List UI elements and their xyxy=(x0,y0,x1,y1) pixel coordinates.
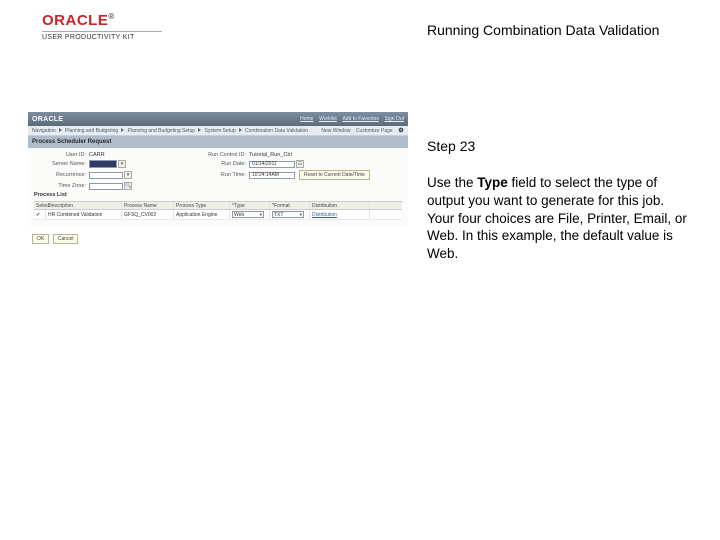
calendar-icon[interactable]: ☷ xyxy=(296,160,304,168)
grid-head-format: *Format xyxy=(270,202,310,209)
section-header: Process Scheduler Request xyxy=(28,136,408,148)
bc-2[interactable]: Planning and Budgeting Setup xyxy=(128,128,196,134)
breadcrumb-path: Navigation Planning and Budgeting Planni… xyxy=(32,128,310,134)
chevron-right-icon xyxy=(198,128,201,132)
recurrence-label: Recurrence: xyxy=(34,172,86,178)
registered-mark: ® xyxy=(108,12,114,21)
toplink-signout[interactable]: Sign Out xyxy=(385,116,404,122)
bc-new-window[interactable]: New Window xyxy=(321,128,350,134)
chevron-down-icon: ▾ xyxy=(259,212,262,218)
server-name-select[interactable] xyxy=(89,160,117,168)
recurrence-select[interactable] xyxy=(89,172,123,179)
time-zone-input[interactable] xyxy=(89,183,123,190)
row-description: HR Combined Validation xyxy=(46,210,122,219)
toplink-worklist[interactable]: Worklist xyxy=(319,116,337,122)
grid-header: Select Description Process Name Process … xyxy=(34,201,402,210)
chevron-right-icon xyxy=(239,128,242,132)
type-select[interactable]: Web ▾ xyxy=(232,211,264,218)
grid-head-distribution: Distribution xyxy=(310,202,370,209)
user-id-label: User ID: xyxy=(34,152,86,158)
upk-subtitle: USER PRODUCTIVITY KIT xyxy=(42,34,162,41)
instruction-panel: Step 23 Use the Type field to select the… xyxy=(427,138,691,263)
run-time-label: Run Time: xyxy=(184,172,246,178)
run-control-value: Tutorial_Run_Ctrl xyxy=(249,152,292,158)
ok-button[interactable]: OK xyxy=(32,234,49,244)
logo-block: ORACLE® USER PRODUCTIVITY KIT xyxy=(42,12,162,41)
grid-head-select: Select xyxy=(34,202,46,209)
app-screenshot: ORACLE Home Worklist Add to Favorites Si… xyxy=(28,112,408,246)
chevron-down-icon[interactable]: ▾ xyxy=(124,171,132,179)
bc-3[interactable]: System Setup xyxy=(204,128,235,134)
toplink-favorites[interactable]: Add to Favorites xyxy=(342,116,378,122)
bc-0[interactable]: Navigation xyxy=(32,128,56,134)
reset-datetime-button[interactable]: Reset to Current Date/Time xyxy=(299,170,370,180)
grid-head-type: *Type xyxy=(230,202,270,209)
grid-head-proctype: Process Type xyxy=(174,202,230,209)
row-process-type: Application Engine xyxy=(174,210,230,219)
checkmark-icon: ✔ xyxy=(36,212,40,218)
logo-divider xyxy=(42,31,162,32)
distribution-link[interactable]: Distribution xyxy=(310,210,370,219)
help-icon[interactable]: ? xyxy=(398,128,404,134)
table-row: ✔ HR Combined Validation GFSQ_CV002 Appl… xyxy=(34,210,402,220)
step-body-bold: Type xyxy=(477,175,508,190)
row-process-name: GFSQ_CV002 xyxy=(122,210,174,219)
user-id-value: CARR xyxy=(89,152,105,158)
server-name-label: Server Name: xyxy=(34,161,86,167)
chevron-right-icon xyxy=(121,128,124,132)
type-select-value: Web xyxy=(234,212,244,218)
row-select-checkbox[interactable]: ✔ xyxy=(34,210,46,219)
bc-4[interactable]: Combination Data Validation xyxy=(245,128,308,134)
form-area: User ID: CARR Run Control ID: Tutorial_R… xyxy=(28,148,408,226)
app-brand: ORACLE xyxy=(32,116,63,123)
app-toplinks: Home Worklist Add to Favorites Sign Out xyxy=(296,116,404,122)
format-select-value: TXT xyxy=(274,212,283,218)
oracle-logo-text: ORACLE xyxy=(42,12,108,29)
bc-customize[interactable]: Customize Page xyxy=(356,128,393,134)
breadcrumb: Navigation Planning and Budgeting Planni… xyxy=(28,126,408,136)
toplink-home[interactable]: Home xyxy=(300,116,313,122)
chevron-down-icon[interactable]: ▾ xyxy=(118,160,126,168)
app-topbar: ORACLE Home Worklist Add to Favorites Si… xyxy=(28,112,408,126)
bc-1[interactable]: Planning and Budgeting xyxy=(65,128,118,134)
breadcrumb-actions: New Window Customize Page ? xyxy=(317,127,404,133)
chevron-down-icon: ▾ xyxy=(299,212,302,218)
process-list-grid: Select Description Process Name Process … xyxy=(34,201,402,220)
cancel-button[interactable]: Cancel xyxy=(53,234,79,244)
step-body: Use the Type field to select the type of… xyxy=(427,174,691,263)
page-title: Running Combination Data Validation xyxy=(427,22,659,38)
run-date-label: Run Date: xyxy=(184,161,246,167)
chevron-right-icon xyxy=(59,128,62,132)
step-body-pre: Use the xyxy=(427,175,477,190)
lookup-icon[interactable]: 🔍 xyxy=(124,182,132,190)
run-time-input[interactable]: 10:24:14AM xyxy=(249,172,295,179)
grid-head-procname: Process Name xyxy=(122,202,174,209)
format-select[interactable]: TXT ▾ xyxy=(272,211,304,218)
footer-buttons: OK Cancel xyxy=(28,232,408,246)
grid-head-description: Description xyxy=(46,202,122,209)
step-label: Step 23 xyxy=(427,138,691,154)
oracle-logo: ORACLE® xyxy=(42,12,162,29)
process-list-label: Process List xyxy=(34,192,402,198)
run-control-label: Run Control ID: xyxy=(184,152,246,158)
time-zone-label: Time Zone: xyxy=(34,183,86,189)
run-date-input[interactable]: 01/14/2011 xyxy=(249,161,295,168)
